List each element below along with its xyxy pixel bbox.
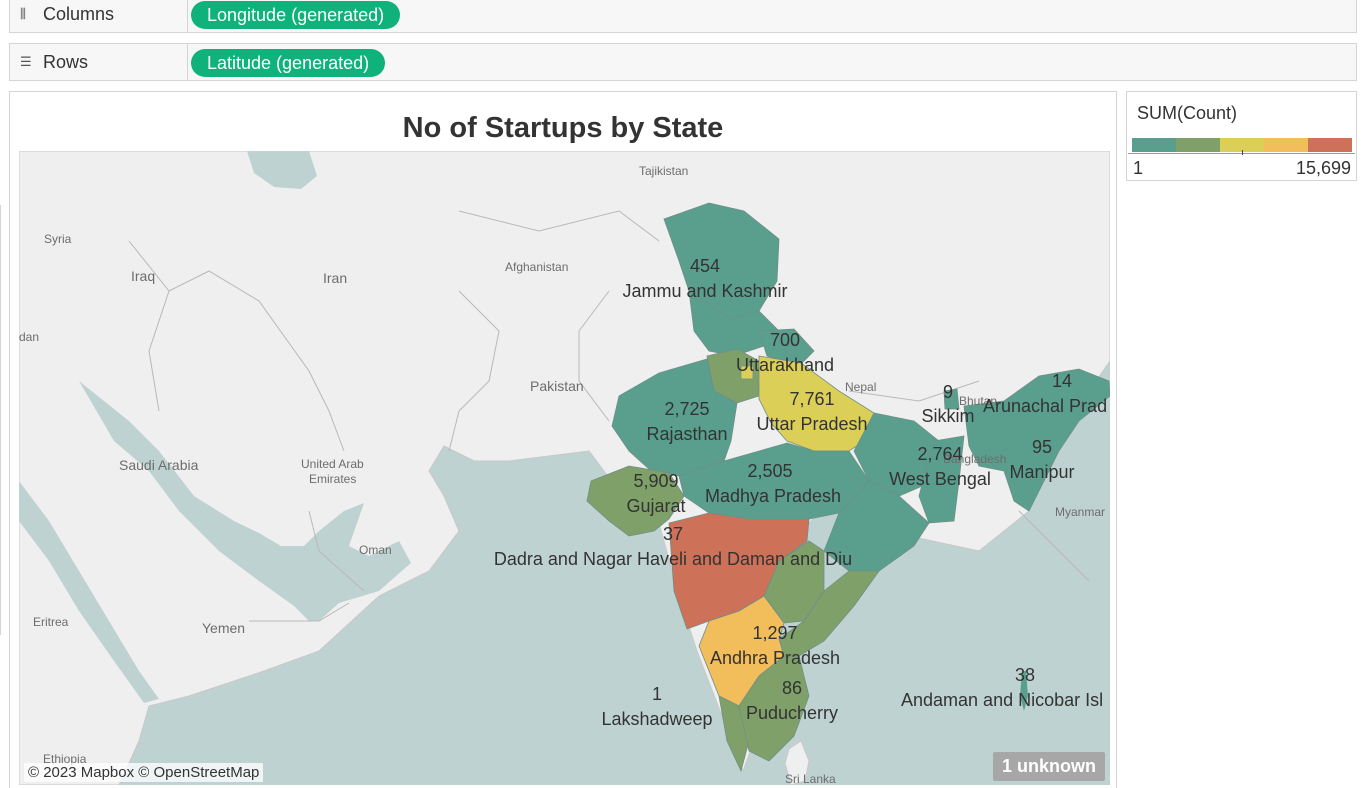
value-gujarat: 5,909 (633, 471, 678, 491)
value-west-bengal: 2,764 (917, 444, 962, 464)
value-rajasthan: 2,725 (664, 399, 709, 419)
value-uttarakhand: 700 (770, 330, 800, 350)
label-dan: dan (19, 330, 39, 344)
value-arunachal: 14 (1052, 371, 1072, 391)
value-madhya-pradesh: 2,505 (747, 461, 792, 481)
left-edge-divider (0, 205, 1, 635)
color-legend: SUM(Count) 1 15,699 (1126, 91, 1357, 181)
label-sri-lanka: Sri Lanka (785, 772, 836, 785)
legend-step-5 (1308, 138, 1352, 152)
rows-label-text: Rows (43, 51, 89, 72)
name-sikkim: Sikkim (922, 406, 975, 426)
label-emirates: Emirates (309, 472, 356, 486)
rows-icon: ☰ (20, 54, 32, 70)
columns-label-text: Columns (43, 3, 115, 24)
longitude-pill[interactable]: Longitude (generated) (191, 1, 401, 29)
name-rajasthan: Rajasthan (646, 424, 727, 444)
name-andhra-pradesh: Andhra Pradesh (710, 648, 840, 668)
label-iran: Iran (323, 270, 347, 286)
legend-max: 15,699 (1295, 158, 1351, 178)
label-myanmar: Myanmar (1055, 505, 1105, 519)
label-pakistan: Pakistan (530, 378, 584, 394)
name-uttarakhand: Uttarakhand (736, 355, 834, 375)
legend-tick (1242, 150, 1243, 155)
legend-min: 1 (1133, 158, 1144, 178)
map-svg: Tajikistan Syria Iraq Iran Afghanistan d… (19, 151, 1110, 785)
label-iraq: Iraq (131, 268, 155, 284)
legend-step-4 (1264, 138, 1308, 152)
label-united-arab: United Arab (301, 457, 364, 471)
value-dadra-nagar-haveli: 37 (663, 524, 683, 544)
name-dadra-nagar-haveli: Dadra and Nagar Haveli and Daman and Diu (494, 549, 852, 569)
name-lakshadweep: Lakshadweep (601, 709, 712, 729)
map-view: No of Startups by State Tajikistan Syria… (9, 91, 1117, 788)
unknown-badge[interactable]: 1 unknown (993, 752, 1105, 781)
columns-shelf: ⫼ Columns Longitude (generated) (9, 0, 1357, 33)
label-eritrea: Eritrea (33, 615, 69, 629)
name-puducherry: Puducherry (746, 703, 838, 723)
name-andaman: Andaman and Nicobar Isl (901, 690, 1103, 710)
name-manipur: Manipur (1009, 462, 1074, 482)
name-jammu-and-kashmir: Jammu and Kashmir (622, 281, 787, 301)
name-madhya-pradesh: Madhya Pradesh (705, 486, 841, 506)
value-manipur: 95 (1032, 437, 1052, 457)
name-gujarat: Gujarat (626, 496, 685, 516)
latitude-pill[interactable]: Latitude (generated) (191, 49, 386, 77)
map-canvas[interactable]: Tajikistan Syria Iraq Iran Afghanistan d… (19, 151, 1110, 785)
rows-shelf-label: ☰ Rows (10, 44, 188, 80)
legend-step-2 (1176, 138, 1220, 152)
legend-title: SUM(Count) (1137, 103, 1238, 123)
label-nepal: Nepal (845, 380, 876, 394)
value-jammu-and-kashmir: 454 (690, 256, 720, 276)
label-tajikistan: Tajikistan (639, 164, 688, 178)
label-yemen: Yemen (202, 620, 245, 636)
label-syria: Syria (44, 232, 72, 246)
value-andhra-pradesh: 1,297 (752, 623, 797, 643)
label-afghanistan: Afghanistan (505, 260, 568, 274)
value-uttar-pradesh: 7,761 (789, 389, 834, 409)
legend-step-1 (1132, 138, 1176, 152)
value-andaman: 38 (1015, 665, 1035, 685)
value-sikkim: 9 (943, 382, 953, 402)
name-uttar-pradesh: Uttar Pradesh (756, 414, 867, 434)
view-title: No of Startups by State (402, 112, 724, 144)
value-puducherry: 86 (782, 678, 802, 698)
map-attribution[interactable]: © 2023 Mapbox © OpenStreetMap (24, 763, 264, 782)
name-west-bengal: West Bengal (889, 469, 991, 489)
label-oman: Oman (359, 543, 392, 557)
label-saudi-arabia: Saudi Arabia (119, 457, 199, 473)
columns-shelf-label: ⫼ Columns (10, 0, 188, 32)
columns-icon: ⫼ (20, 6, 26, 22)
value-lakshadweep: 1 (652, 684, 662, 704)
rows-shelf: ☰ Rows Latitude (generated) (9, 43, 1357, 81)
name-arunachal: Arunachal Prad (983, 396, 1107, 416)
